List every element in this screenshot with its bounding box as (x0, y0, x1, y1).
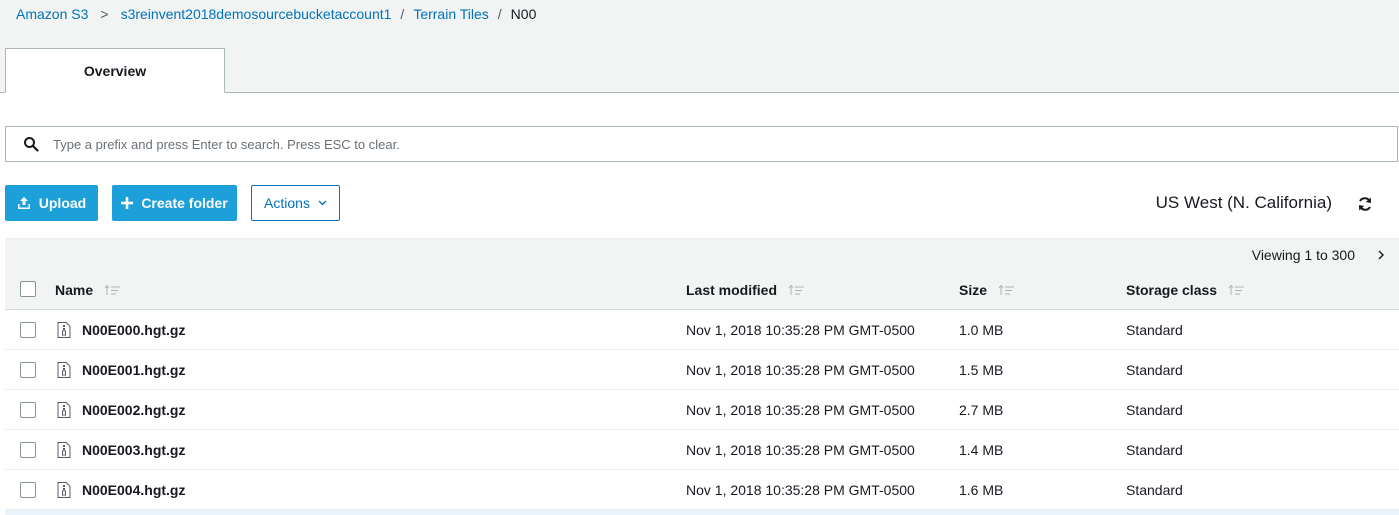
row-divider (5, 510, 1399, 515)
create-folder-button-label: Create folder (141, 195, 228, 211)
main-panel: Upload Create folder Actions US West (N.… (0, 93, 1399, 515)
pagination-bar: Viewing 1 to 300 (5, 238, 1399, 270)
upload-button[interactable]: Upload (5, 185, 98, 221)
chevron-right-icon[interactable] (1375, 249, 1387, 261)
row-checkbox[interactable] (20, 482, 36, 498)
size-cell: 2.7 MB (959, 402, 1004, 418)
breadcrumb-slash-separator: / (497, 6, 502, 22)
sort-icon (997, 284, 1015, 296)
last-modified-cell: Nov 1, 2018 10:35:28 PM GMT-0500 (686, 362, 915, 378)
table-header: Name Last modified Size Storage class (5, 270, 1399, 310)
pagination-label: Viewing 1 to 300 (1251, 247, 1355, 263)
search-box (5, 126, 1398, 162)
size-cell: 1.4 MB (959, 442, 1004, 458)
storage-class-cell: Standard (1126, 402, 1183, 418)
breadcrumb-current: N00 (510, 6, 537, 22)
column-header-last-modified-label: Last modified (686, 282, 778, 298)
last-modified-cell: Nov 1, 2018 10:35:28 PM GMT-0500 (686, 442, 915, 458)
upload-button-label: Upload (38, 195, 87, 211)
search-input[interactable] (53, 129, 1397, 159)
storage-class-cell: Standard (1126, 482, 1183, 498)
storage-class-cell: Standard (1126, 362, 1183, 378)
file-archive-icon (57, 362, 71, 378)
sort-icon (1227, 284, 1245, 296)
table-row[interactable]: N00E003.hgt.gz Nov 1, 2018 10:35:28 PM G… (5, 430, 1399, 470)
row-checkbox[interactable] (20, 442, 36, 458)
column-header-size[interactable]: Size (959, 282, 1015, 298)
breadcrumb-amazon-s3[interactable]: Amazon S3 (16, 6, 88, 22)
file-archive-icon (57, 322, 71, 338)
chevron-down-icon (318, 200, 327, 206)
select-all-checkbox[interactable] (20, 281, 36, 297)
table-row[interactable]: N00E000.hgt.gz Nov 1, 2018 10:35:28 PM G… (5, 310, 1399, 350)
column-header-storage-class-label: Storage class (1126, 282, 1218, 298)
actions-dropdown-button[interactable]: Actions (251, 185, 340, 221)
file-name-link[interactable]: N00E001.hgt.gz (82, 362, 185, 378)
file-archive-icon (57, 402, 71, 418)
column-header-last-modified[interactable]: Last modified (686, 282, 805, 298)
sort-icon (103, 284, 121, 296)
actions-button-label: Actions (264, 195, 310, 211)
column-header-name-label: Name (55, 282, 94, 298)
breadcrumb-bucket[interactable]: s3reinvent2018demosourcebucketaccount1 (121, 6, 392, 22)
breadcrumb: Amazon S3 > s3reinvent2018demosourcebuck… (16, 5, 536, 23)
breadcrumb-chevron-separator: > (100, 6, 109, 22)
plus-icon (121, 197, 134, 209)
upload-icon (17, 196, 31, 210)
breadcrumb-folder[interactable]: Terrain Tiles (413, 6, 488, 22)
size-cell: 1.0 MB (959, 322, 1004, 338)
table-row[interactable]: N00E004.hgt.gz Nov 1, 2018 10:35:28 PM G… (5, 470, 1399, 510)
row-checkbox[interactable] (20, 402, 36, 418)
column-header-storage-class[interactable]: Storage class (1126, 282, 1245, 298)
refresh-icon[interactable] (1357, 196, 1373, 212)
storage-class-cell: Standard (1126, 322, 1183, 338)
row-checkbox[interactable] (20, 322, 36, 338)
last-modified-cell: Nov 1, 2018 10:35:28 PM GMT-0500 (686, 482, 915, 498)
file-name-link[interactable]: N00E004.hgt.gz (82, 482, 185, 498)
last-modified-cell: Nov 1, 2018 10:35:28 PM GMT-0500 (686, 322, 915, 338)
create-folder-button[interactable]: Create folder (112, 185, 237, 221)
file-name-link[interactable]: N00E002.hgt.gz (82, 402, 185, 418)
column-header-size-label: Size (959, 282, 988, 298)
table-row[interactable]: N00E002.hgt.gz Nov 1, 2018 10:35:28 PM G… (5, 390, 1399, 430)
file-archive-icon (57, 442, 71, 458)
breadcrumb-slash-separator: / (400, 6, 405, 22)
sort-icon (787, 284, 805, 296)
file-name-link[interactable]: N00E000.hgt.gz (82, 322, 185, 338)
storage-class-cell: Standard (1126, 442, 1183, 458)
row-checkbox[interactable] (20, 362, 36, 378)
last-modified-cell: Nov 1, 2018 10:35:28 PM GMT-0500 (686, 402, 915, 418)
table-row[interactable]: N00E001.hgt.gz Nov 1, 2018 10:35:28 PM G… (5, 350, 1399, 390)
file-archive-icon (57, 482, 71, 498)
size-cell: 1.6 MB (959, 482, 1004, 498)
column-header-name[interactable]: Name (55, 282, 121, 298)
search-icon (24, 137, 39, 152)
tab-overview[interactable]: Overview (5, 48, 225, 93)
file-name-link[interactable]: N00E003.hgt.gz (82, 442, 185, 458)
tab-bar: Overview (0, 48, 1399, 93)
size-cell: 1.5 MB (959, 362, 1004, 378)
region-label: US West (N. California) (1155, 193, 1332, 212)
